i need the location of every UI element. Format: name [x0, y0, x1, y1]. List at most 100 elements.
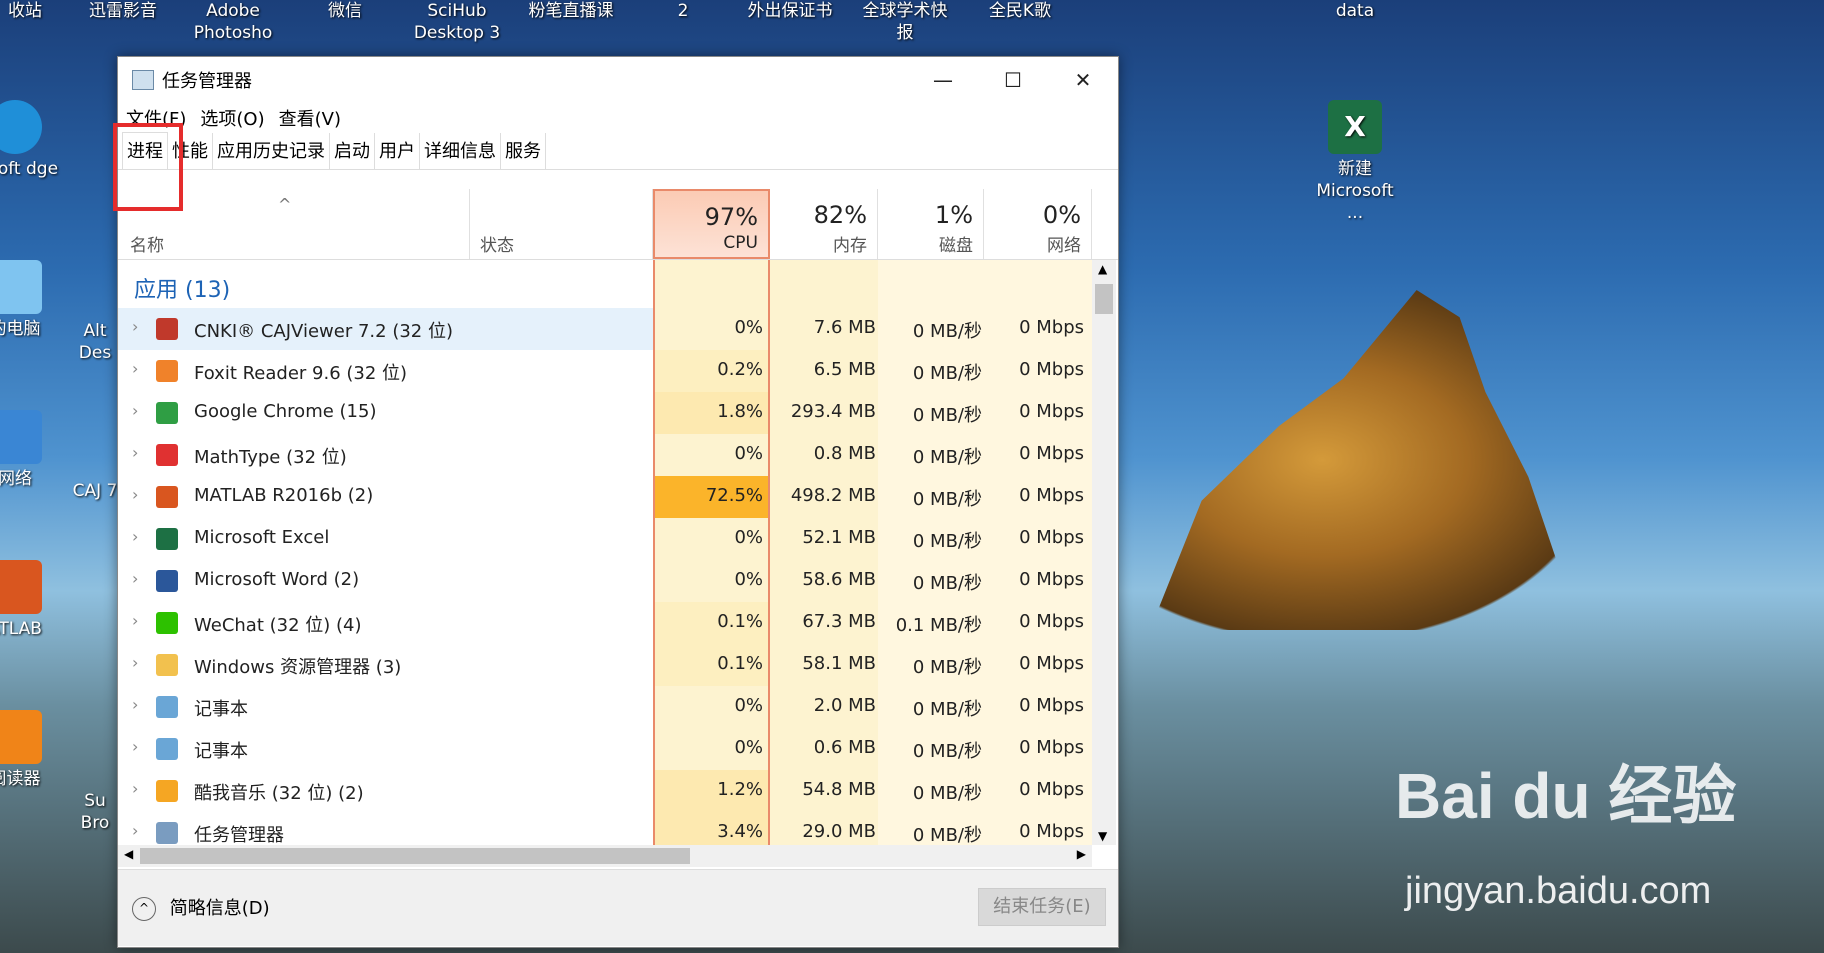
excel-icon — [156, 528, 178, 550]
desktop-icon-wechat[interactable]: 微信 — [300, 0, 390, 22]
process-cpu: 0.2% — [717, 359, 763, 380]
group-apps[interactable]: 应用 (13) — [118, 260, 1092, 308]
scroll-left-icon[interactable]: ◀ — [124, 847, 133, 861]
end-task-button[interactable]: 结束任务(E) — [978, 888, 1106, 926]
process-row[interactable]: › 任务管理器 3.4% 29.0 MB 0 MB/秒 0 Mbps — [118, 812, 1092, 845]
desktop-icon-edge[interactable]: rosoft dge — [0, 100, 60, 180]
desktop-icon-recycle[interactable]: 收站 — [0, 0, 70, 22]
menu-view[interactable]: 查看(V) — [279, 105, 341, 131]
tab-users[interactable]: 用户 — [375, 133, 420, 169]
scroll-right-icon[interactable]: ▶ — [1077, 847, 1086, 861]
menu-bar: 文件(F) 选项(O) 查看(V) — [118, 103, 1118, 133]
chrome-icon — [156, 402, 178, 424]
desktop-icon-photoshop[interactable]: Adobe Photosho — [188, 0, 278, 44]
computer-icon — [0, 260, 42, 314]
desktop-icon-academic[interactable]: 全球学术快报 — [860, 0, 950, 44]
expand-chevron-icon[interactable]: › — [132, 317, 138, 336]
column-status[interactable]: 状态 — [470, 189, 653, 259]
process-memory: 0.8 MB — [813, 443, 876, 464]
notepad-icon — [156, 738, 178, 760]
fewer-details-button[interactable]: ^ 简略信息(D) — [132, 894, 270, 921]
tab-services[interactable]: 服务 — [501, 133, 546, 169]
expand-chevron-icon[interactable]: › — [132, 359, 138, 378]
tab-startup[interactable]: 启动 — [330, 133, 375, 169]
process-row[interactable]: › WeChat (32 位) (4) 0.1% 67.3 MB 0.1 MB/秒 0 M… — [118, 602, 1092, 644]
vertical-scrollbar[interactable]: ▲ ▼ — [1092, 260, 1116, 845]
desktop-icon-data[interactable]: data — [1310, 0, 1400, 22]
expand-chevron-icon[interactable]: › — [132, 401, 138, 420]
process-network: 0 Mbps — [1019, 443, 1084, 464]
column-cpu[interactable]: 97% CPU — [653, 189, 770, 259]
expand-chevron-icon[interactable]: › — [132, 695, 138, 714]
process-network: 0 Mbps — [1019, 611, 1084, 632]
process-name: 记事本 — [194, 699, 248, 720]
process-row[interactable]: › Microsoft Excel 0% 52.1 MB 0 MB/秒 0 Mbps — [118, 518, 1092, 560]
desktop-icon-caj[interactable]: CAJ 7 — [70, 480, 120, 502]
expand-chevron-icon[interactable]: › — [132, 737, 138, 756]
title-bar[interactable]: 任务管理器 — ☐ ✕ — [118, 57, 1118, 103]
horizontal-scrollbar[interactable]: ◀ ▶ — [118, 845, 1092, 867]
process-cpu: 0.1% — [717, 611, 763, 632]
process-row[interactable]: › Foxit Reader 9.6 (32 位) 0.2% 6.5 MB 0 MB/秒… — [118, 350, 1092, 392]
expand-chevron-icon[interactable]: › — [132, 527, 138, 546]
desktop-icon-matlab[interactable]: ATLAB — [0, 560, 60, 640]
expand-chevron-icon[interactable]: › — [132, 485, 138, 504]
column-memory[interactable]: 82% 内存 — [770, 189, 878, 259]
vertical-scroll-thumb[interactable] — [1095, 284, 1113, 314]
menu-options[interactable]: 选项(O) — [200, 105, 264, 131]
process-row[interactable]: › 记事本 0% 2.0 MB 0 MB/秒 0 Mbps — [118, 686, 1092, 728]
desktop-icon-alt[interactable]: Alt Des — [70, 320, 120, 364]
expand-chevron-icon[interactable]: › — [132, 779, 138, 798]
process-row[interactable]: › Microsoft Word (2) 0% 58.6 MB 0 MB/秒 0 Mbps — [118, 560, 1092, 602]
process-network: 0 Mbps — [1019, 653, 1084, 674]
process-disk: 0 MB/秒 — [912, 573, 982, 594]
desktop-icon-excel-file[interactable]: X 新建 Microsoft ... — [1310, 100, 1400, 224]
taskmgr-icon — [156, 822, 178, 844]
desktop-icon-doc[interactable]: 外出保证书 — [745, 0, 835, 22]
process-row[interactable]: › 记事本 0% 0.6 MB 0 MB/秒 0 Mbps — [118, 728, 1092, 770]
horizontal-scroll-thumb[interactable] — [140, 848, 690, 864]
process-name: Microsoft Excel — [194, 527, 330, 548]
column-disk[interactable]: 1% 磁盘 — [878, 189, 984, 259]
desktop-icon-kge[interactable]: 全民K歌 — [975, 0, 1065, 22]
process-memory: 54.8 MB — [802, 779, 876, 800]
expand-chevron-icon[interactable]: › — [132, 821, 138, 840]
desktop-icon-fenbi[interactable]: 粉笔直播课 — [526, 0, 616, 22]
desktop-icon-xunlei[interactable]: 迅雷影音 — [78, 0, 168, 22]
desktop-icon-scihub[interactable]: SciHub Desktop 3 — [412, 0, 502, 44]
column-network[interactable]: 0% 网络 — [984, 189, 1092, 259]
process-name: MATLAB R2016b (2) — [194, 485, 374, 506]
desktop-icon-2[interactable]: 2 — [638, 0, 728, 22]
process-disk: 0 MB/秒 — [912, 447, 982, 468]
tab-app-history[interactable]: 应用历史记录 — [213, 133, 330, 169]
desktop-icon-subro[interactable]: Su Bro — [70, 790, 120, 834]
process-name: 任务管理器 — [194, 825, 284, 845]
desktop-icon-pdf[interactable]: 阅读器 — [0, 710, 60, 790]
close-button[interactable]: ✕ — [1048, 57, 1118, 103]
process-disk: 0 MB/秒 — [912, 531, 982, 552]
expand-chevron-icon[interactable]: › — [132, 569, 138, 588]
minimize-button[interactable]: — — [908, 57, 978, 103]
expand-chevron-icon[interactable]: › — [132, 611, 138, 630]
process-disk: 0 MB/秒 — [912, 825, 982, 845]
process-row[interactable]: › MathType (32 位) 0% 0.8 MB 0 MB/秒 0 Mbps — [118, 434, 1092, 476]
process-disk: 0 MB/秒 — [912, 363, 982, 384]
process-cpu: 72.5% — [705, 485, 763, 506]
scroll-up-icon[interactable]: ▲ — [1098, 262, 1107, 276]
desktop-icon-computer[interactable]: 的电脑 — [0, 260, 60, 340]
footer: ^ 简略信息(D) 结束任务(E) — [118, 869, 1118, 946]
process-row[interactable]: › 酷我音乐 (32 位) (2) 1.2% 54.8 MB 0 MB/秒 0 Mbps — [118, 770, 1092, 812]
tab-details[interactable]: 详细信息 — [420, 133, 501, 169]
maximize-button[interactable]: ☐ — [978, 57, 1048, 103]
scroll-down-icon[interactable]: ▼ — [1098, 829, 1107, 843]
process-row[interactable]: › MATLAB R2016b (2) 72.5% 498.2 MB 0 MB/秒 0 M… — [118, 476, 1092, 518]
process-row[interactable]: › Windows 资源管理器 (3) 0.1% 58.1 MB 0 MB/秒 0 Mbp… — [118, 644, 1092, 686]
expand-chevron-icon[interactable]: › — [132, 653, 138, 672]
wallpaper-rock — [1150, 290, 1580, 630]
process-row[interactable]: › Google Chrome (15) 1.8% 293.4 MB 0 MB/秒 0 M… — [118, 392, 1092, 434]
desktop-icon-network[interactable]: 网络 — [0, 410, 60, 490]
process-row[interactable]: › CNKI® CAJViewer 7.2 (32 位) 0% 7.6 MB 0 MB/… — [118, 308, 1092, 350]
process-memory: 58.1 MB — [802, 653, 876, 674]
expand-chevron-icon[interactable]: › — [132, 443, 138, 462]
network-icon — [0, 410, 42, 464]
